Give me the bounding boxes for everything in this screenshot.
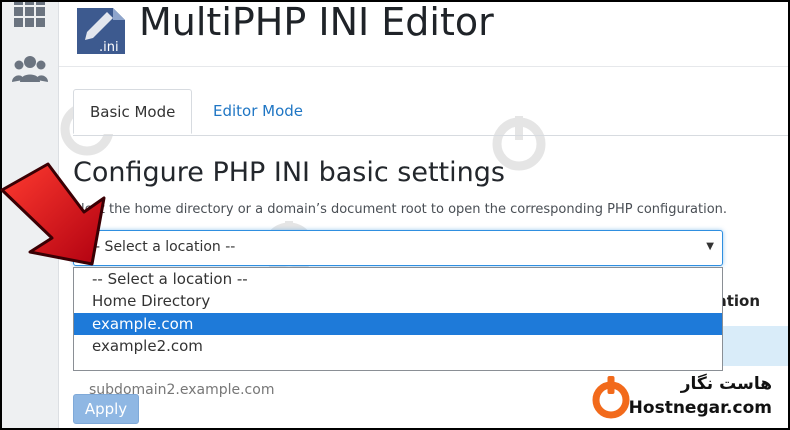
apply-button[interactable]: Apply xyxy=(73,394,139,424)
main-panel: .ini MultiPHP INI Editor Basic Mode Edit… xyxy=(59,0,788,428)
mode-tabs: Basic Mode Editor Mode xyxy=(73,89,788,136)
dropdown-option[interactable]: example2.com xyxy=(74,335,722,357)
header-divider xyxy=(59,66,788,67)
column-header-location: ation xyxy=(716,292,760,310)
brand-site: Hostnegar.com xyxy=(628,398,772,418)
grid-icon[interactable] xyxy=(12,2,48,38)
brand-badge: هاست نگار Hostnegar.com xyxy=(586,370,776,426)
location-select[interactable]: -- Select a location -- ▼ xyxy=(73,230,723,266)
tab-basic-mode[interactable]: Basic Mode xyxy=(73,89,193,134)
dropdown-option[interactable]: -- Select a location -- xyxy=(74,268,722,290)
dropdown-option[interactable]: Home Directory xyxy=(74,290,722,312)
svg-text:.ini: .ini xyxy=(99,40,119,55)
caret-down-icon[interactable]: ▼ xyxy=(706,241,714,252)
red-arrow-icon xyxy=(0,162,106,266)
page-title: MultiPHP INI Editor xyxy=(139,0,494,44)
section-description: elect the home directory or a domain’s d… xyxy=(73,202,728,217)
hostnegar-logo-icon xyxy=(592,376,630,419)
dropdown-option-selected[interactable]: example.com xyxy=(74,313,722,335)
users-icon[interactable] xyxy=(12,52,48,88)
tab-editor-mode[interactable]: Editor Mode xyxy=(197,89,319,134)
ini-file-icon: .ini xyxy=(77,8,125,55)
brand-name-fa: هاست نگار xyxy=(680,374,772,394)
location-dropdown-list: -- Select a location -- Home Directory e… xyxy=(73,267,723,371)
